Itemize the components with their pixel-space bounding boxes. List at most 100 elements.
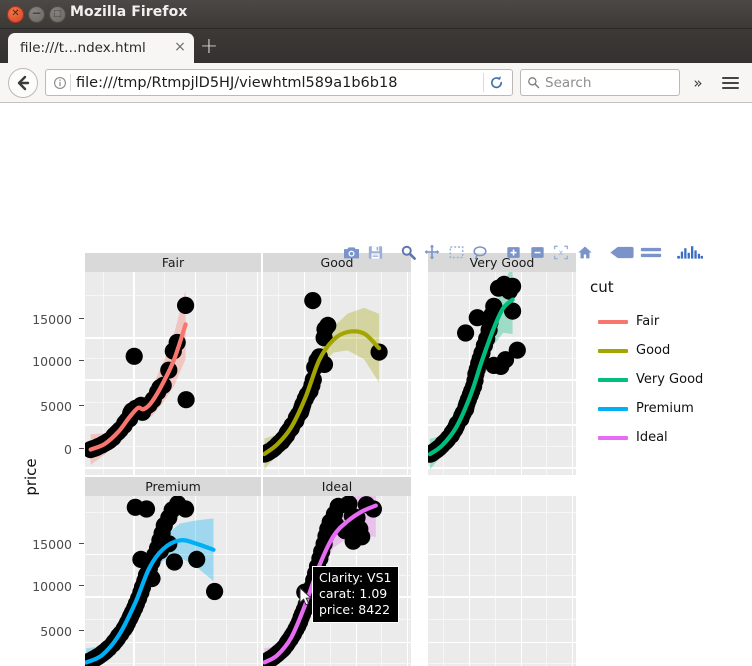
url-bar[interactable]: file:///tmp/RtmpjlD5HJ/viewhtml589a1b6b1… — [45, 69, 513, 96]
svg-text:x: x — [559, 248, 564, 257]
y-tick-mark — [79, 360, 84, 362]
y-tick-mark — [79, 318, 84, 320]
chart-legend: cut Fair Good Very Good Premium Ideal — [590, 278, 740, 453]
scatter-point[interactable] — [319, 316, 337, 334]
plotly-logo-icon[interactable] — [675, 241, 705, 263]
camera-icon[interactable] — [339, 241, 363, 263]
legend-swatch — [598, 377, 628, 382]
maximize-icon: □ — [53, 9, 62, 19]
window-minimize-button[interactable]: − — [28, 6, 45, 23]
pan-arrows-icon[interactable] — [420, 241, 444, 263]
tab-title: file:///t…ndex.html — [20, 40, 146, 56]
hover-compare-icon[interactable] — [636, 241, 666, 263]
facet-panel-premium: Premium — [85, 477, 261, 666]
cursor-arrow-icon — [299, 586, 313, 606]
search-input[interactable]: Search — [545, 75, 591, 91]
lasso-select-icon[interactable] — [468, 241, 492, 263]
toolbar-overflow-button[interactable]: » — [687, 74, 709, 92]
legend-title: cut — [590, 278, 614, 296]
gridline — [442, 496, 444, 666]
scatter-point[interactable] — [165, 553, 183, 571]
scatter-point[interactable] — [340, 496, 358, 513]
plot-area[interactable] — [85, 272, 261, 475]
scatter-point[interactable] — [132, 550, 150, 568]
facet-panel-good: Good — [263, 253, 411, 475]
reload-button[interactable] — [483, 73, 508, 92]
tab-strip: file:///t…ndex.html × + — [0, 29, 752, 63]
plot-area[interactable] — [85, 496, 261, 666]
facet-label: Ideal — [321, 479, 353, 494]
series-overlay — [263, 292, 388, 470]
tooltip-line: carat: 1.09 — [319, 586, 388, 601]
gridline — [428, 554, 576, 556]
y-tick-label: 10000 — [32, 354, 72, 369]
facet-panel-fair: Fair — [85, 253, 261, 475]
legend-item-very-good[interactable]: Very Good — [598, 372, 703, 387]
tooltip-line: Clarity: VS1 — [319, 570, 392, 585]
legend-item-fair[interactable]: Fair — [598, 314, 659, 329]
y-tick-label: 10000 — [32, 579, 72, 594]
facet-panel-empty — [428, 477, 576, 666]
series-overlay — [85, 289, 195, 465]
firefox-window: ✕ − □ Mozilla Firefox file:///t…ndex.htm… — [0, 0, 752, 666]
legend-swatch — [598, 348, 628, 353]
zoom-in-plus-icon[interactable] — [501, 241, 525, 263]
home-reset-icon[interactable] — [573, 241, 597, 263]
gridline — [468, 496, 470, 666]
scatter-point[interactable] — [485, 356, 503, 374]
y-tick-label: 15000 — [32, 312, 72, 327]
box-select-icon[interactable] — [444, 241, 468, 263]
legend-swatch — [598, 319, 628, 324]
save-disk-icon[interactable] — [363, 241, 387, 263]
y-tick-label: 15000 — [32, 537, 72, 552]
y-tick-mark — [79, 543, 84, 545]
scatter-point[interactable] — [177, 391, 195, 409]
scatter-point[interactable] — [304, 292, 322, 310]
scatter-point[interactable] — [126, 498, 144, 516]
reload-icon — [490, 76, 502, 89]
zoom-out-minus-icon[interactable] — [525, 241, 549, 263]
scatter-point[interactable] — [125, 347, 143, 365]
site-identity-icon[interactable] — [50, 74, 71, 91]
scatter-point[interactable] — [468, 309, 486, 327]
hover-tooltip: Clarity: VS1 carat: 1.09 price: 8422 — [312, 566, 399, 623]
y-tick-mark — [79, 585, 84, 587]
legend-item-premium[interactable]: Premium — [598, 401, 694, 416]
zoom-magnifier-icon[interactable] — [396, 241, 420, 263]
window-maximize-button[interactable]: □ — [49, 6, 66, 23]
tab-close-icon[interactable]: × — [172, 40, 188, 56]
legend-swatch — [598, 435, 628, 440]
scatter-point[interactable] — [177, 500, 195, 518]
minimize-icon: − — [31, 6, 42, 20]
y-tick-label: 5000 — [40, 624, 72, 639]
plot-area — [428, 496, 576, 666]
series-overlay — [85, 496, 224, 666]
facet-strip-premium: Premium — [85, 477, 261, 496]
search-bar[interactable]: Search — [520, 69, 680, 96]
scatter-point[interactable] — [177, 296, 195, 314]
series-overlay — [428, 272, 526, 470]
back-button[interactable] — [8, 67, 38, 98]
plot-area[interactable] — [263, 272, 411, 475]
hamburger-menu-icon[interactable] — [716, 76, 744, 89]
autoscale-icon[interactable]: x — [549, 241, 573, 263]
scatter-point[interactable] — [206, 582, 224, 601]
scatter-point[interactable] — [188, 550, 206, 568]
scatter-point[interactable] — [457, 324, 475, 342]
gridline — [428, 618, 576, 620]
new-tab-button[interactable]: + — [194, 33, 224, 63]
legend-item-good[interactable]: Good — [598, 343, 670, 358]
scatter-point[interactable] — [500, 282, 518, 300]
legend-item-ideal[interactable]: Ideal — [598, 430, 668, 445]
y-tick-mark — [79, 630, 84, 632]
modebar-group-zoom: x — [501, 241, 597, 263]
gridline — [428, 662, 576, 664]
legend-label: Ideal — [636, 430, 668, 445]
search-icon — [528, 77, 540, 89]
tooltip-line: price: 8422 — [319, 602, 391, 617]
facet-label: Premium — [145, 479, 201, 494]
hover-closest-icon[interactable] — [606, 241, 636, 263]
plot-area[interactable] — [428, 272, 576, 475]
window-close-button[interactable]: ✕ — [7, 6, 24, 23]
browser-tab[interactable]: file:///t…ndex.html × — [8, 33, 194, 63]
